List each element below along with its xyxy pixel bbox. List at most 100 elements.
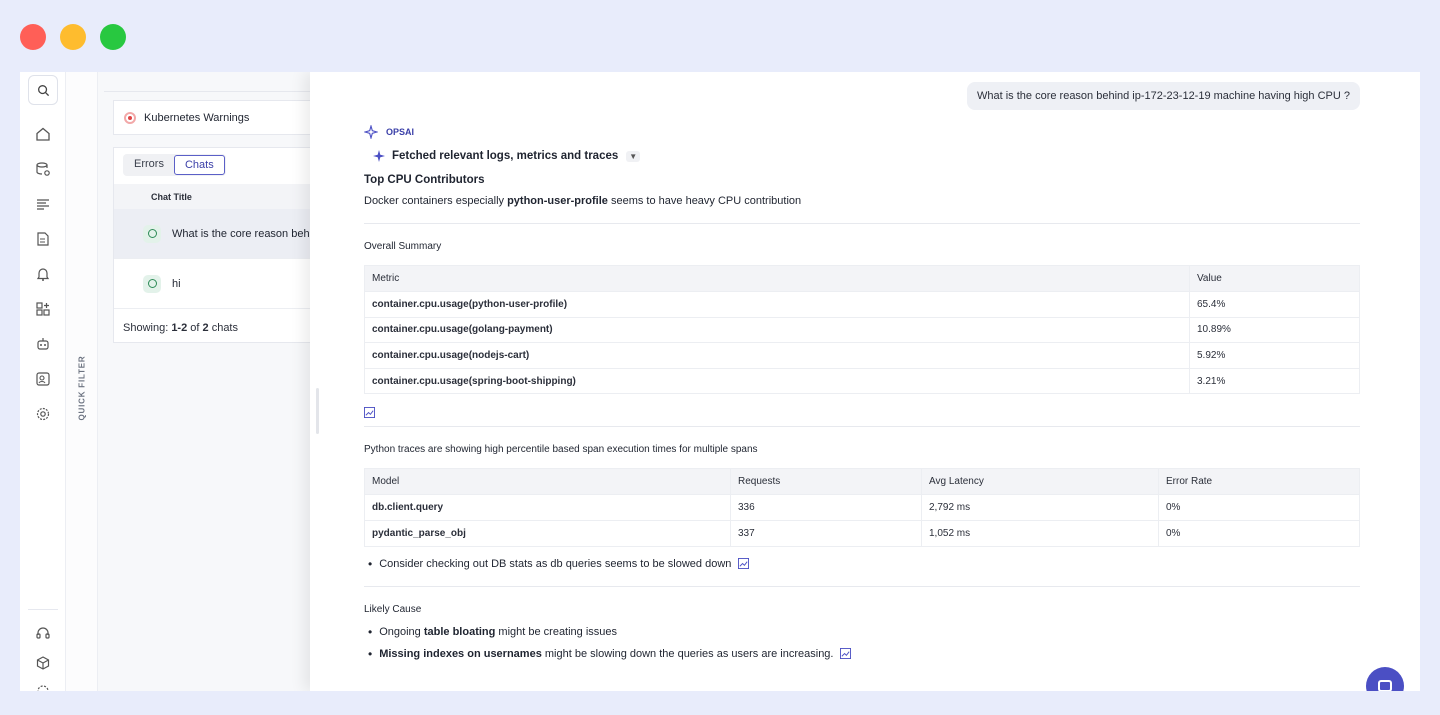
table-row: container.cpu.usage(python-user-profile)… (364, 291, 1360, 318)
text-part: seems to have heavy CPU contribution (607, 195, 802, 207)
gear-icon[interactable] (28, 676, 58, 691)
maximize-window-button[interactable] (100, 24, 126, 50)
tab-group: Errors Chats (123, 154, 226, 176)
traces-bullets: Consider checking out DB stats as db que… (364, 553, 1360, 575)
chat-icon (1378, 680, 1392, 691)
chat-drawer: What is the core reason behind ip-172-23… (310, 72, 1420, 691)
apps-icon[interactable] (28, 294, 58, 324)
window-controls (20, 24, 126, 50)
chat-list-item[interactable]: What is the core reason behi (114, 209, 310, 259)
list-item: Ongoing table bloating might be creating… (364, 621, 1360, 643)
table-row: container.cpu.usage(spring-boot-shipping… (364, 367, 1360, 395)
kubernetes-warnings-card[interactable]: Kubernetes Warnings (113, 100, 310, 135)
showing-suffix: chats (208, 322, 238, 334)
value-cell: 65.4% (1189, 291, 1360, 318)
alert-icon[interactable] (28, 259, 58, 289)
showing-of: of (187, 322, 203, 334)
summary-heading: Overall Summary (364, 241, 442, 252)
bullet-text: Consider checking out DB stats as db que… (379, 557, 732, 570)
showing-prefix: Showing: (123, 322, 172, 334)
bullet-text: Missing indexes on usernames might be sl… (379, 648, 833, 660)
warning-target-icon (124, 111, 136, 124)
table-row: container.cpu.usage(nodejs-cart) 5.92% (364, 342, 1360, 369)
table-row: db.client.query 336 2,792 ms 0% (364, 494, 1360, 521)
list-item: Consider checking out DB stats as db que… (364, 553, 1360, 575)
document-icon[interactable] (28, 224, 58, 254)
close-window-button[interactable] (20, 24, 46, 50)
warning-card-label: Kubernetes Warnings (144, 111, 250, 124)
text-part: Ongoing (379, 625, 424, 638)
column-header: Model (364, 468, 731, 496)
column-header: Error Rate (1158, 468, 1360, 496)
user-search-icon[interactable] (28, 364, 58, 394)
chat-list-panel: Kubernetes Warnings Errors Chats Chat Ti… (98, 72, 310, 691)
traces-table: Model Requests Avg Latency Error Rate db… (364, 468, 1360, 547)
box-icon[interactable] (28, 648, 58, 678)
settings-icon[interactable] (28, 399, 58, 429)
text-bold: table bloating (423, 625, 496, 638)
model-cell: pydantic_parse_obj (364, 519, 731, 547)
search-icon[interactable] (28, 75, 58, 105)
database-icon[interactable] (28, 154, 58, 184)
chat-list-item[interactable]: hi (114, 259, 310, 309)
text-bold: python-user-profile (507, 195, 608, 207)
chat-title: hi (172, 277, 181, 290)
divider (364, 426, 1360, 428)
metric-cell: container.cpu.usage(golang-payment) (364, 316, 1190, 344)
panel-divider (104, 91, 310, 92)
chevron-down-icon[interactable]: ▼ (626, 150, 641, 162)
requests-cell: 337 (730, 519, 922, 547)
pagination-summary: Showing: 1-2 of 2 chats (123, 322, 238, 334)
divider (364, 585, 1360, 587)
summary-table: Metric Value container.cpu.usage(python-… (364, 265, 1360, 395)
column-header: Metric (364, 265, 1190, 292)
text-part: might be creating issues (495, 625, 618, 638)
error-rate-cell: 0% (1158, 494, 1360, 521)
chart-icon[interactable] (364, 406, 375, 418)
chat-launcher-button[interactable] (1366, 667, 1404, 691)
bot-icon[interactable] (28, 329, 58, 359)
summary-chart-link[interactable] (364, 403, 1360, 418)
chat-title: What is the core reason behi (172, 227, 310, 240)
headset-icon[interactable] (28, 618, 58, 648)
text-bold: Missing indexes on usernames (379, 647, 542, 660)
value-cell: 3.21% (1189, 367, 1360, 395)
tab-errors[interactable]: Errors (124, 155, 174, 175)
table-row: container.cpu.usage(golang-payment) 10.89… (364, 316, 1360, 344)
latency-cell: 1,052 ms (921, 519, 1159, 547)
home-icon[interactable] (28, 119, 58, 149)
assistant-name: OPSAI (386, 127, 415, 137)
divider (364, 223, 1360, 224)
sparkle-icon (373, 150, 385, 162)
traces-heading: Python traces are showing high percentil… (364, 444, 758, 456)
column-header: Avg Latency (921, 468, 1159, 496)
chart-icon[interactable] (738, 558, 750, 570)
chat-bubble-icon (143, 224, 161, 243)
assistant-header: OPSAI (364, 124, 1360, 140)
top-contributors-text: Docker containers especially python-user… (364, 195, 1360, 211)
chat-title-header: Chat Title (114, 184, 310, 209)
bullet-text: Ongoing table bloating might be creating… (379, 626, 617, 638)
model-cell: db.client.query (364, 494, 731, 521)
chart-icon[interactable] (840, 648, 852, 660)
top-contributors-heading: Top CPU Contributors (364, 174, 485, 186)
column-header: Value (1189, 265, 1360, 292)
icon-rail (20, 72, 66, 691)
value-cell: 10.89% (1189, 316, 1360, 344)
app-window: QUICK FILTER Kubernetes Warnings Errors … (20, 72, 1420, 691)
resize-handle[interactable] (316, 388, 319, 434)
column-header: Requests (730, 468, 922, 496)
fetched-sources-toggle[interactable]: Fetched relevant logs, metrics and trace… (372, 148, 1360, 164)
fetched-label: Fetched relevant logs, metrics and trace… (392, 150, 619, 162)
text-part: might be slowing down the queries as use… (541, 647, 834, 660)
metric-cell: container.cpu.usage(spring-boot-shipping… (364, 367, 1190, 395)
tab-chats[interactable]: Chats (173, 155, 225, 175)
quick-filter-label: QUICK FILTER (77, 355, 87, 421)
rail-divider (28, 609, 58, 610)
logs-icon[interactable] (28, 189, 58, 219)
minimize-window-button[interactable] (60, 24, 86, 50)
value-cell: 5.92% (1189, 342, 1360, 369)
list-item: Missing indexes on usernames might be sl… (364, 643, 1360, 665)
quick-filter-panel[interactable]: QUICK FILTER (66, 72, 98, 691)
metric-cell: container.cpu.usage(nodejs-cart) (364, 342, 1190, 369)
